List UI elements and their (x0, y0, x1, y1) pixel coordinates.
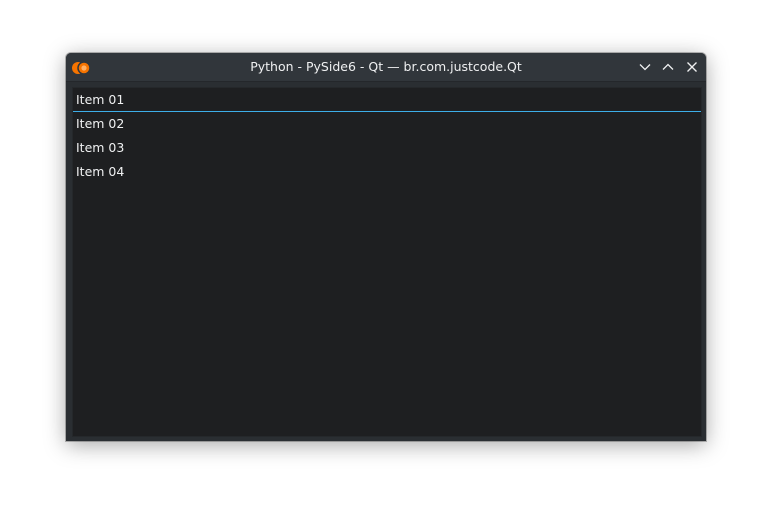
list-view[interactable]: Item 01 Item 02 Item 03 Item 04 (72, 87, 702, 437)
list-item[interactable]: Item 03 (73, 136, 701, 160)
maximize-button[interactable] (659, 58, 677, 76)
app-window: Python - PySide6 - Qt — br.com.justcode.… (66, 53, 706, 441)
minimize-button[interactable] (636, 58, 654, 76)
title-bar[interactable]: Python - PySide6 - Qt — br.com.justcode.… (66, 53, 706, 82)
list-item[interactable]: Item 02 (73, 112, 701, 136)
list-item[interactable]: Item 04 (73, 160, 701, 184)
chevron-up-icon (662, 63, 674, 70)
list-item[interactable]: Item 01 (73, 88, 701, 112)
close-button[interactable] (683, 58, 701, 76)
window-title: Python - PySide6 - Qt — br.com.justcode.… (250, 59, 522, 74)
chevron-down-icon (639, 64, 651, 71)
close-icon (687, 62, 697, 72)
item-list: Item 01 Item 02 Item 03 Item 04 (73, 88, 701, 184)
